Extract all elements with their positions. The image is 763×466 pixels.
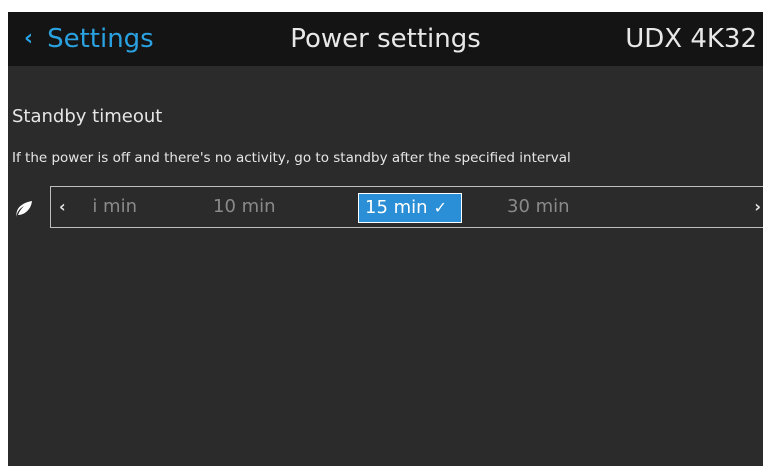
selected-option-label: 15 min bbox=[365, 197, 428, 218]
previous-arrow[interactable]: ‹ bbox=[59, 187, 66, 227]
option-15-min-selected[interactable]: 15 min ✓ bbox=[358, 193, 462, 223]
header-bar: ‹ Settings Power settings UDX 4K32 bbox=[8, 12, 763, 66]
power-settings-screen: ‹ Settings Power settings UDX 4K32 Stand… bbox=[8, 12, 763, 466]
standby-timeout-description: If the power is off and there's no activ… bbox=[12, 150, 571, 166]
check-icon: ✓ bbox=[433, 198, 447, 217]
back-button[interactable]: ‹ Settings bbox=[24, 12, 154, 66]
option-30-min[interactable]: 30 min bbox=[507, 187, 570, 227]
standby-timeout-title: Standby timeout bbox=[12, 106, 163, 127]
next-arrow[interactable]: › bbox=[754, 187, 761, 227]
device-name: UDX 4K32 bbox=[625, 24, 757, 54]
chevron-left-icon: ‹ bbox=[24, 25, 34, 51]
standby-timeout-selector[interactable]: ‹ i min 10 min 15 min ✓ 30 min › bbox=[50, 186, 763, 228]
back-label: Settings bbox=[47, 24, 154, 54]
leaf-icon bbox=[16, 201, 32, 217]
option-10-min[interactable]: 10 min bbox=[213, 187, 276, 227]
option-partial[interactable]: i min bbox=[77, 187, 137, 227]
